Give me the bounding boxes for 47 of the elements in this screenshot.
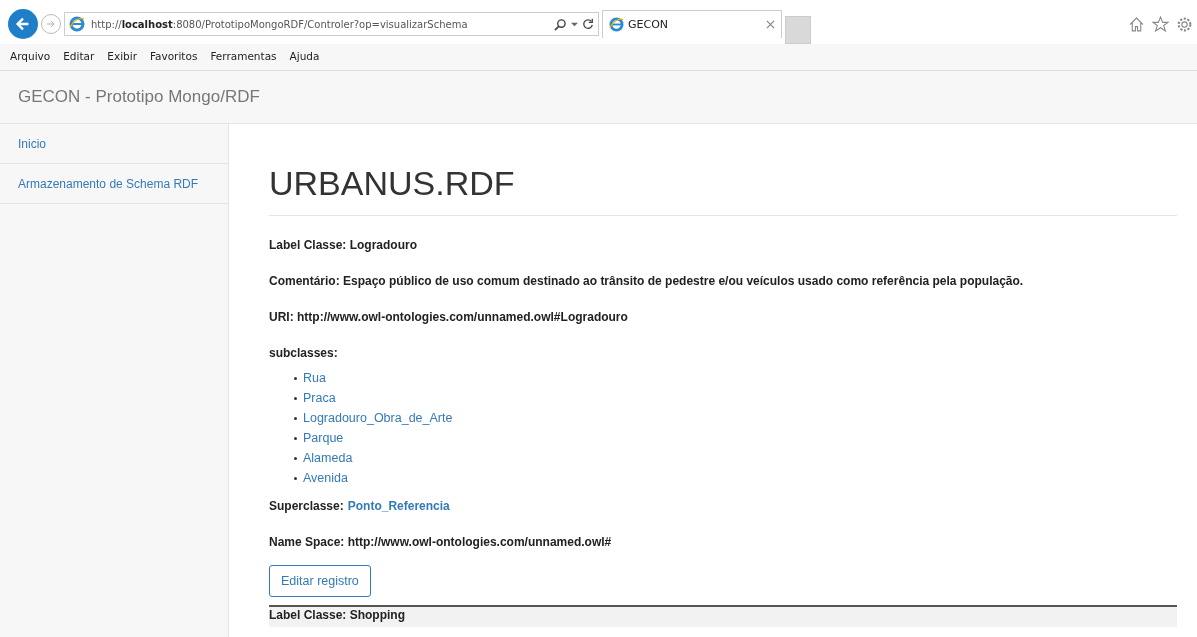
field-label: Superclasse:: [269, 499, 344, 513]
field-text: Name Space: http://www.owl-ontologies.com/unnamed.owl#: [269, 535, 613, 549]
edit-button[interactable]: Editar registro: [269, 565, 371, 597]
subclass-link[interactable]: Parque: [303, 431, 344, 445]
field-label: subclasses:: [269, 346, 339, 360]
close-icon[interactable]: [766, 20, 775, 29]
subclass-link[interactable]: Rua: [303, 371, 326, 385]
browser-logo-icon: [69, 16, 85, 32]
back-button[interactable]: [8, 9, 38, 39]
search-icon[interactable]: [554, 17, 567, 31]
settings-icon[interactable]: [1176, 15, 1193, 33]
star-icon[interactable]: [1152, 15, 1169, 33]
refresh-icon[interactable]: [582, 18, 594, 30]
bullet-icon: [294, 396, 297, 400]
sidebar-link[interactable]: Inicio: [0, 124, 228, 164]
subclass-link[interactable]: Alameda: [303, 451, 353, 465]
menu-item[interactable]: Editar: [63, 50, 95, 70]
forward-button[interactable]: [41, 14, 61, 34]
subclass-link[interactable]: Avenida: [303, 471, 348, 485]
subclass-link[interactable]: Logradouro_Obra_de_Arte: [303, 411, 453, 425]
bullet-icon: [294, 416, 297, 420]
bullet-icon: [294, 476, 297, 480]
sidebar-link[interactable]: Armazenamento de Schema RDF: [0, 164, 228, 204]
site-title[interactable]: GECON - Prototipo Mongo/RDF: [18, 87, 260, 107]
browser-logo-icon: [609, 17, 624, 32]
menu-item[interactable]: Favoritos: [149, 50, 198, 70]
menu-item[interactable]: Exibir: [107, 50, 137, 70]
bullet-icon: [294, 456, 297, 460]
field-text: Label Classe: Shopping: [269, 608, 407, 622]
tab-title: GECON: [628, 18, 670, 31]
dropdown-caret-icon[interactable]: [571, 20, 578, 28]
url-text: http://localhost:8080/PrototipoMongoRDF/Controler?op=visualizarSchema: [91, 18, 469, 30]
address-bar[interactable]: http://localhost:8080/PrototipoMongoRDF/Controler?op=visualizarSchema: [64, 12, 599, 36]
home-icon[interactable]: [1128, 15, 1145, 33]
menu-item[interactable]: Ferramentas: [210, 50, 277, 70]
field-text: Label Classe: Logradouro: [269, 238, 419, 252]
superclass-link[interactable]: Ponto_Referencia: [347, 499, 450, 513]
right-arrow-icon: [45, 18, 57, 30]
menu-item[interactable]: Ajuda: [289, 50, 320, 70]
browser-tab[interactable]: GECON: [602, 10, 782, 38]
bullet-icon: [294, 436, 297, 440]
bullet-icon: [294, 376, 297, 380]
page-title: URBANUS.RDF: [269, 164, 516, 203]
menu-item[interactable]: Arquivo: [10, 50, 51, 70]
field-text: URI: http://www.owl-ontologies.com/unnamed.owl#Logradouro: [269, 310, 629, 324]
field-text: Comentário: Espaço público de uso comum destinado ao trânsito de pedestre e/ou veículos usado como referência pela população.: [269, 274, 1025, 288]
subclass-link[interactable]: Praca: [303, 391, 336, 405]
